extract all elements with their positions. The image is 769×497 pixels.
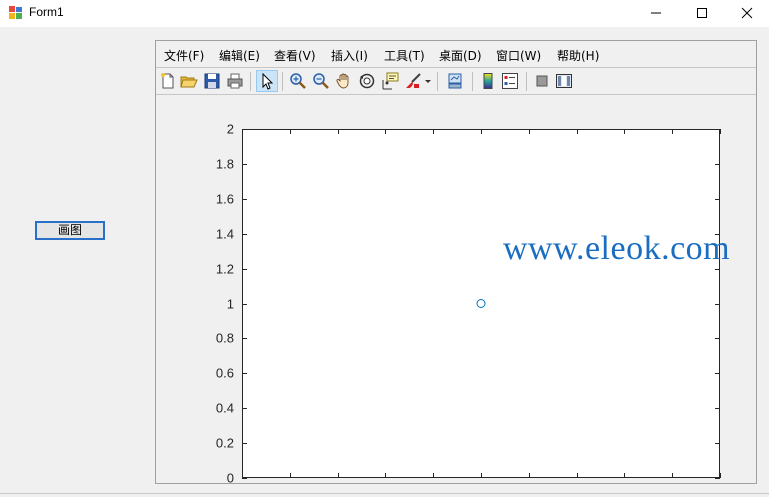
menu-view[interactable]: 查看(V) <box>274 47 316 64</box>
axes-area: 0 0.2 0.4 0.6 0.8 1 1.2 1.4 1.6 1.8 2 <box>156 95 756 485</box>
data-cursor-icon[interactable] <box>381 72 399 90</box>
menu-window[interactable]: 窗口(W) <box>496 47 541 64</box>
scatter-chart: 0 0.2 0.4 0.6 0.8 1 1.2 1.4 1.6 1.8 2 <box>216 122 721 486</box>
print-icon[interactable] <box>226 72 244 90</box>
y-tick-label: 0.8 <box>216 331 234 346</box>
rotate-3d-icon[interactable] <box>358 72 376 90</box>
bottom-divider <box>0 493 769 494</box>
close-button[interactable] <box>724 0 769 26</box>
minimize-button[interactable] <box>633 0 679 26</box>
y-tick-label: 1.4 <box>216 227 234 242</box>
y-tick-label: 1.8 <box>216 157 234 172</box>
legend-icon[interactable] <box>501 72 519 90</box>
maximize-icon <box>697 8 707 18</box>
title-bar: Form1 <box>0 0 769 27</box>
open-file-icon[interactable] <box>180 72 198 90</box>
brush-dropdown-icon[interactable] <box>424 72 432 90</box>
show-plot-tools-icon[interactable] <box>555 72 573 90</box>
toolbar-separator <box>472 72 473 91</box>
menu-tools[interactable]: 工具(T) <box>384 47 425 64</box>
select-arrow-icon[interactable] <box>256 70 278 92</box>
menu-file[interactable]: 文件(F) <box>164 47 204 64</box>
toolbar-separator <box>282 72 283 91</box>
save-icon[interactable] <box>203 72 221 90</box>
zoom-out-icon[interactable] <box>312 72 330 90</box>
toolbar-separator <box>526 72 527 91</box>
y-tick-label: 0.2 <box>216 436 234 451</box>
plot-button[interactable]: 画图 <box>35 221 105 240</box>
brush-icon[interactable] <box>404 72 422 90</box>
new-figure-icon[interactable] <box>159 72 177 90</box>
menu-help[interactable]: 帮助(H) <box>557 47 599 64</box>
link-plot-icon[interactable] <box>446 72 464 90</box>
y-tick-label: 1.2 <box>216 262 234 277</box>
minimize-icon <box>651 12 661 14</box>
y-tick-label: 1 <box>227 297 234 312</box>
pan-hand-icon[interactable] <box>335 72 353 90</box>
app-icon <box>9 6 22 19</box>
y-tick-label: 2 <box>227 122 234 137</box>
toolbar-separator <box>250 72 251 91</box>
y-tick-label: 0 <box>227 471 234 486</box>
menu-desktop[interactable]: 桌面(D) <box>439 47 482 64</box>
maximize-button[interactable] <box>679 0 725 26</box>
figure-toolbar <box>156 67 756 95</box>
figure-menubar: 文件(F) 编辑(E) 查看(V) 插入(I) 工具(T) 桌面(D) 窗口(W… <box>156 41 756 67</box>
plot-area[interactable] <box>242 129 720 478</box>
zoom-in-icon[interactable] <box>289 72 307 90</box>
toolbar-separator <box>437 72 438 91</box>
hide-plot-tools-icon[interactable] <box>533 72 551 90</box>
window-title: Form1 <box>29 5 64 19</box>
y-tick-label: 0.4 <box>216 401 234 416</box>
y-tick-label: 0.6 <box>216 366 234 381</box>
colorbar-icon[interactable] <box>479 72 497 90</box>
close-icon <box>741 7 753 19</box>
menu-edit[interactable]: 编辑(E) <box>219 47 260 64</box>
watermark-text: www.eleok.com <box>503 230 731 267</box>
menu-insert[interactable]: 插入(I) <box>331 47 368 64</box>
y-tick-label: 1.6 <box>216 192 234 207</box>
